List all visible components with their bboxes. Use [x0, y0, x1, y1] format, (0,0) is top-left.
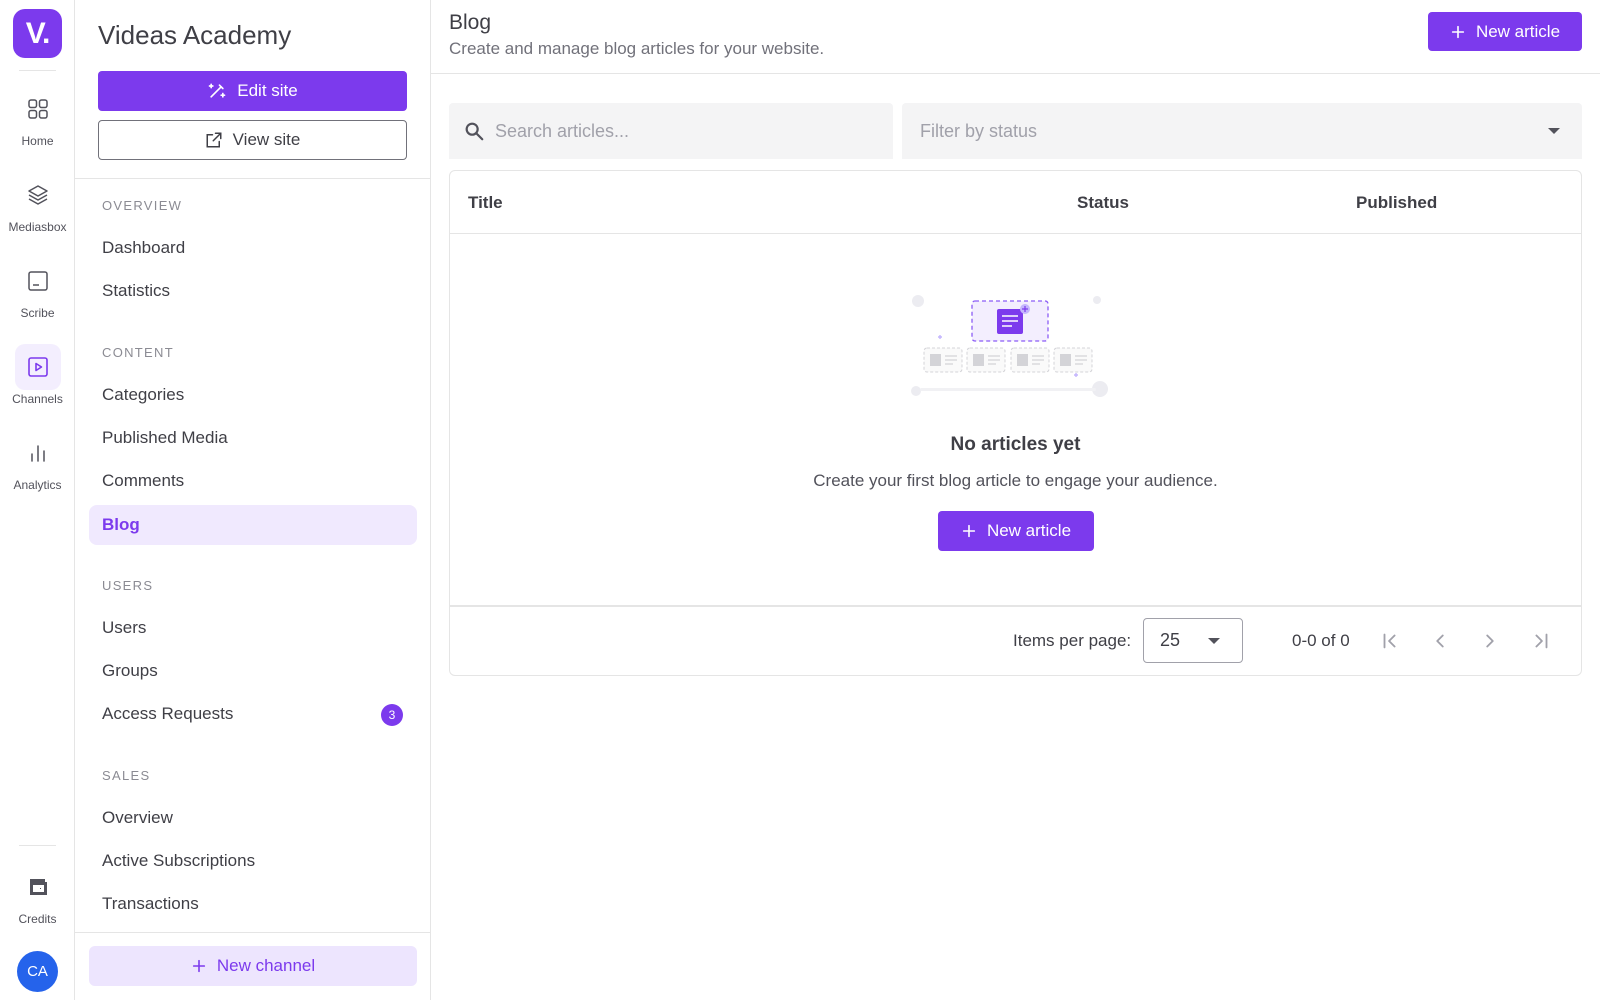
- wallet-icon: [15, 864, 61, 910]
- rail-label: Channels: [12, 392, 63, 406]
- first-page-icon: [1383, 633, 1396, 649]
- nav-item-active-subscriptions[interactable]: Active Subscriptions: [89, 841, 417, 881]
- site-nav-panel: Videas Academy Edit site View site OVERV…: [75, 0, 431, 1000]
- nav-item-access-requests[interactable]: Access Requests 3: [89, 694, 417, 734]
- rail-label: Credits: [18, 912, 57, 926]
- grid-icon: [15, 86, 61, 132]
- section-heading-users: USERS: [102, 578, 154, 593]
- last-page-button[interactable]: [1521, 621, 1561, 661]
- nav-item-users[interactable]: Users: [89, 608, 417, 648]
- new-article-label: New article: [1475, 21, 1561, 41]
- app-logo[interactable]: V.: [13, 9, 62, 58]
- search-field[interactable]: [449, 103, 893, 159]
- column-header-title[interactable]: Title: [468, 193, 503, 213]
- section-heading-content: CONTENT: [102, 345, 174, 360]
- edit-site-label: Edit site: [237, 81, 298, 100]
- nav-item-blog[interactable]: Blog: [89, 505, 417, 545]
- pagination-range: 0-0 of 0: [1292, 631, 1350, 650]
- search-input[interactable]: [495, 120, 875, 142]
- table-header-divider: [450, 233, 1581, 234]
- column-header-status[interactable]: Status: [1077, 193, 1129, 213]
- empty-state-illustration: [911, 295, 1108, 397]
- app-rail: V. Home Mediasbox Scribe Channels Analyt…: [0, 0, 75, 1000]
- nav-item-dashboard[interactable]: Dashboard: [89, 228, 417, 268]
- nav-divider: [75, 178, 431, 179]
- header-divider: [431, 73, 1600, 74]
- empty-state-new-article-button[interactable]: New article: [938, 511, 1094, 551]
- search-icon: [465, 122, 484, 141]
- nav-item-statistics[interactable]: Statistics: [89, 271, 417, 311]
- rail-item-credits[interactable]: Credits: [0, 864, 75, 944]
- external-link-icon: [206, 132, 222, 148]
- empty-state-title: No articles yet: [950, 434, 1081, 455]
- view-site-button[interactable]: View site: [98, 120, 407, 160]
- chevron-right-icon: [1486, 634, 1494, 648]
- site-title: Videas Academy: [98, 20, 292, 50]
- status-filter-select[interactable]: Filter by status: [902, 103, 1582, 159]
- rail-item-mediasbox[interactable]: Mediasbox: [0, 172, 75, 252]
- chevron-left-icon: [1436, 634, 1444, 648]
- avatar[interactable]: CA: [17, 951, 58, 992]
- section-heading-sales: SALES: [102, 768, 151, 783]
- next-page-button[interactable]: [1470, 621, 1510, 661]
- rail-item-scribe[interactable]: Scribe: [0, 258, 75, 338]
- nav-item-transactions[interactable]: Transactions: [89, 884, 417, 924]
- page-title: Blog: [449, 11, 492, 34]
- plus-icon: [962, 524, 976, 538]
- nav-item-categories[interactable]: Categories: [89, 375, 417, 415]
- rail-label: Analytics: [13, 478, 62, 492]
- chevron-down-icon: [1548, 128, 1560, 134]
- paginator-divider: [450, 605, 1581, 607]
- view-site-label: View site: [232, 130, 301, 149]
- items-per-page-select[interactable]: 25: [1143, 618, 1243, 663]
- new-channel-label: New channel: [216, 956, 316, 975]
- last-page-icon: [1535, 633, 1548, 649]
- nav-item-published-media[interactable]: Published Media: [89, 418, 417, 458]
- nav-item-label: Access Requests: [102, 704, 234, 723]
- play-square-icon: [14, 344, 61, 390]
- rail-label: Scribe: [20, 306, 55, 320]
- subtitles-icon: [15, 258, 61, 304]
- rail-item-home[interactable]: Home: [0, 86, 75, 166]
- previous-page-button[interactable]: [1420, 621, 1460, 661]
- column-header-published[interactable]: Published: [1356, 193, 1437, 213]
- rail-divider: [19, 845, 56, 846]
- plus-icon: [1451, 25, 1465, 38]
- rail-divider: [19, 70, 56, 71]
- nav-item-comments[interactable]: Comments: [89, 461, 417, 501]
- plus-icon: [192, 959, 205, 973]
- items-per-page-label: Items per page:: [1013, 631, 1132, 650]
- layers-icon: [15, 172, 61, 218]
- status-filter-placeholder: Filter by status: [920, 120, 1038, 141]
- items-per-page-value: 25: [1160, 630, 1181, 650]
- articles-table: Title Status Published No articles yet C…: [449, 170, 1582, 676]
- first-page-button[interactable]: [1370, 621, 1410, 661]
- rail-item-channels[interactable]: Channels: [0, 344, 75, 424]
- empty-state-button-label: New article: [986, 521, 1072, 540]
- rail-label: Home: [21, 134, 54, 148]
- page-subtitle: Create and manage blog articles for your…: [449, 39, 825, 58]
- nav-item-sales-overview[interactable]: Overview: [89, 798, 417, 838]
- nav-item-groups[interactable]: Groups: [89, 651, 417, 691]
- new-article-button[interactable]: New article: [1428, 12, 1582, 51]
- nav-divider: [75, 932, 431, 933]
- bar-chart-icon: [15, 430, 61, 476]
- access-requests-badge: 3: [381, 704, 403, 726]
- magic-wand-icon: [208, 83, 226, 98]
- chevron-down-icon: [1208, 638, 1220, 644]
- new-channel-button[interactable]: New channel: [89, 946, 417, 986]
- empty-state-subtitle: Create your first blog article to engage…: [813, 471, 1218, 490]
- section-heading-overview: OVERVIEW: [102, 198, 183, 213]
- edit-site-button[interactable]: Edit site: [98, 71, 407, 111]
- rail-label: Mediasbox: [8, 220, 67, 234]
- main-content: Blog Create and manage blog articles for…: [431, 0, 1600, 1000]
- rail-item-analytics[interactable]: Analytics: [0, 430, 75, 510]
